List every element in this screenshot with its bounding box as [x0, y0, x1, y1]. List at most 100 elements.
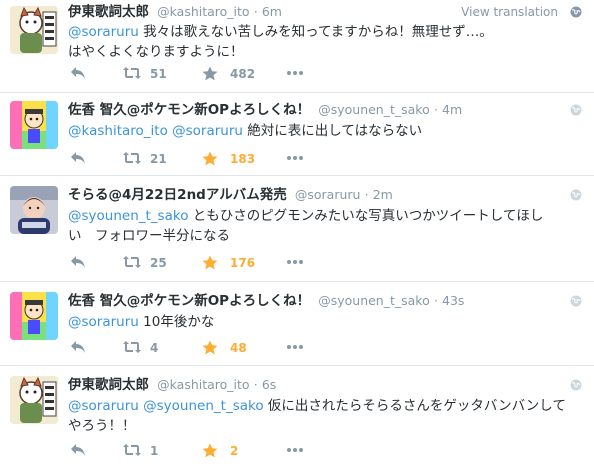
favorite-count: 176 — [230, 256, 256, 270]
timestamp[interactable]: 4m — [442, 102, 462, 117]
user-handle[interactable]: @soraruru — [295, 187, 361, 202]
tweet-text-line: はやくよくなりますように！ — [68, 42, 578, 62]
reply-icon — [71, 444, 85, 456]
user-handle[interactable]: @kashitaro_ito — [157, 377, 249, 392]
user-name[interactable]: 伊東歌詞太郎 — [68, 377, 149, 393]
retweet-count: 25 — [150, 256, 167, 270]
separator: · — [433, 293, 438, 308]
text-content: 10年後かな — [143, 314, 215, 330]
user-name[interactable]: 伊東歌詞太郎 — [68, 4, 149, 20]
tweet-text-line: やろう！！ — [68, 416, 578, 436]
retweet-count: 51 — [150, 67, 167, 81]
timestamp[interactable]: 6s — [262, 377, 276, 392]
cat-illustration-avatar-icon — [10, 6, 58, 54]
tweet-header: 伊東歌詞太郎 @kashitaro_ito · 6m View translat… — [68, 3, 582, 21]
star-icon — [202, 151, 218, 166]
tweet-text-line: @soraruru 我々は歌えない苦しみを知ってますからね！無理せず…。 — [68, 22, 578, 42]
colorful-character-avatar-icon — [10, 101, 58, 149]
tweet-header: 佐香 智久@ポケモン新OPよろしくね！ @syounen_t_sako · 4m — [68, 101, 582, 119]
more-dots-icon — [287, 448, 303, 452]
user-name[interactable]: 佐香 智久@ポケモン新OPよろしくね！ — [68, 102, 310, 118]
timestamp[interactable]: 2m — [373, 187, 393, 202]
retweet-icon — [123, 256, 141, 268]
retweet-icon — [123, 67, 141, 79]
timestamp[interactable]: 6m — [262, 4, 282, 19]
more-dots-icon — [287, 71, 303, 75]
timestamp[interactable]: 43s — [442, 293, 464, 308]
mention-link[interactable]: @kashitaro_ito — [68, 123, 168, 139]
tweet-text-line: @soraruru 10年後かな — [68, 312, 578, 332]
tweet-text: @soraruru @syounen_t_sako 仮に出されたらそらるさんをゲ… — [68, 396, 578, 436]
reply-icon — [71, 67, 85, 79]
reply-icon — [71, 341, 85, 353]
retweet-count: 21 — [150, 152, 167, 166]
retweet-count: 4 — [150, 341, 159, 355]
favorite-count: 2 — [230, 444, 239, 458]
tweet-header: 佐香 智久@ポケモン新OPよろしくね！ @syounen_t_sako · 43… — [68, 292, 582, 310]
globe-icon[interactable] — [570, 379, 582, 391]
separator: · — [364, 187, 369, 202]
favorite-count: 482 — [230, 67, 256, 81]
tweet-text: @kashitaro_ito @soraruru 絶対に表に出してはならない — [68, 121, 578, 141]
mention-link[interactable]: @soraruru — [68, 24, 139, 40]
tweet-timeline: 伊東歌詞太郎 @kashitaro_ito · 6m View translat… — [0, 0, 594, 471]
text-content: やろう！！ — [68, 418, 136, 434]
tweet-item[interactable]: そらる@4月22日2ndアルバム発売 @soraruru · 2m @syoun… — [0, 176, 594, 282]
text-content: い フォロワー半分になる — [68, 228, 230, 244]
tweet-item[interactable]: 佐香 智久@ポケモン新OPよろしくね！ @syounen_t_sako · 4m… — [0, 93, 594, 176]
view-translation-link[interactable]: View translation — [461, 3, 558, 21]
tweet-text: @syounen_t_sako ともひさのピグモンみたいな写真いつかツイートして… — [68, 206, 578, 246]
mention-link[interactable]: @soraruru — [68, 314, 139, 330]
tweet-text-line: @kashitaro_ito @soraruru 絶対に表に出してはならない — [68, 121, 578, 141]
avatar[interactable] — [10, 376, 58, 424]
mention-link[interactable]: @syounen_t_sako — [68, 208, 188, 224]
mention-link[interactable]: @syounen_t_sako — [143, 398, 263, 414]
user-name[interactable]: そらる@4月22日2ndアルバム発売 — [68, 187, 287, 203]
tweet-item[interactable]: 伊東歌詞太郎 @kashitaro_ito · 6m View translat… — [0, 0, 594, 93]
globe-icon[interactable] — [570, 189, 582, 201]
star-icon — [202, 340, 218, 355]
avatar[interactable] — [10, 186, 58, 234]
avatar[interactable] — [10, 6, 58, 54]
tweet-item[interactable]: 伊東歌詞太郎 @kashitaro_ito · 6s @soraruru @sy… — [0, 366, 594, 471]
separator: · — [253, 377, 258, 392]
user-name[interactable]: 佐香 智久@ポケモン新OPよろしくね！ — [68, 293, 310, 309]
retweet-icon — [123, 152, 141, 164]
user-handle[interactable]: @syounen_t_sako — [318, 293, 430, 308]
tweet-text: @soraruru 10年後かな — [68, 312, 578, 332]
reply-icon — [71, 256, 85, 268]
tweet-header: そらる@4月22日2ndアルバム発売 @soraruru · 2m — [68, 186, 582, 204]
separator: · — [253, 4, 258, 19]
tweet-item[interactable]: 佐香 智久@ポケモン新OPよろしくね！ @syounen_t_sako · 43… — [0, 282, 594, 366]
text-content: 絶対に表に出してはならない — [247, 123, 423, 139]
favorite-count: 48 — [230, 341, 247, 355]
star-icon — [202, 66, 218, 81]
avatar[interactable] — [10, 101, 58, 149]
mention-link[interactable]: @soraruru — [172, 123, 243, 139]
more-dots-icon — [287, 345, 303, 349]
mention-link[interactable]: @soraruru — [68, 398, 139, 414]
tweet-text-line: い フォロワー半分になる — [68, 226, 578, 246]
colorful-character-avatar-icon — [10, 292, 58, 340]
tweet-text-line: @soraruru @syounen_t_sako 仮に出されたらそらるさんをゲ… — [68, 396, 578, 416]
more-dots-icon — [287, 260, 303, 264]
text-content: ともひさのピグモンみたいな写真いつかツイートしてほし — [192, 208, 544, 224]
text-content: 仮に出されたらそらるさんをゲッタバンバンして — [267, 398, 566, 414]
text-content: はやくよくなりますように！ — [68, 44, 244, 60]
cat-illustration-avatar-icon — [10, 376, 58, 424]
retweet-count: 1 — [150, 444, 159, 458]
baby-photo-avatar-icon — [10, 186, 58, 234]
user-handle[interactable]: @syounen_t_sako — [318, 102, 430, 117]
text-content: 我々は歌えない苦しみを知ってますからね！無理せず…。 — [143, 24, 493, 40]
avatar[interactable] — [10, 292, 58, 340]
globe-icon[interactable] — [570, 6, 582, 18]
retweet-icon — [123, 341, 141, 353]
separator: · — [433, 102, 438, 117]
star-icon — [202, 255, 218, 270]
tweet-text-line: @syounen_t_sako ともひさのピグモンみたいな写真いつかツイートして… — [68, 206, 578, 226]
user-handle[interactable]: @kashitaro_ito — [157, 4, 249, 19]
tweet-header: 伊東歌詞太郎 @kashitaro_ito · 6s — [68, 376, 582, 394]
globe-icon[interactable] — [570, 104, 582, 116]
star-icon — [202, 443, 218, 458]
globe-icon[interactable] — [570, 295, 582, 307]
